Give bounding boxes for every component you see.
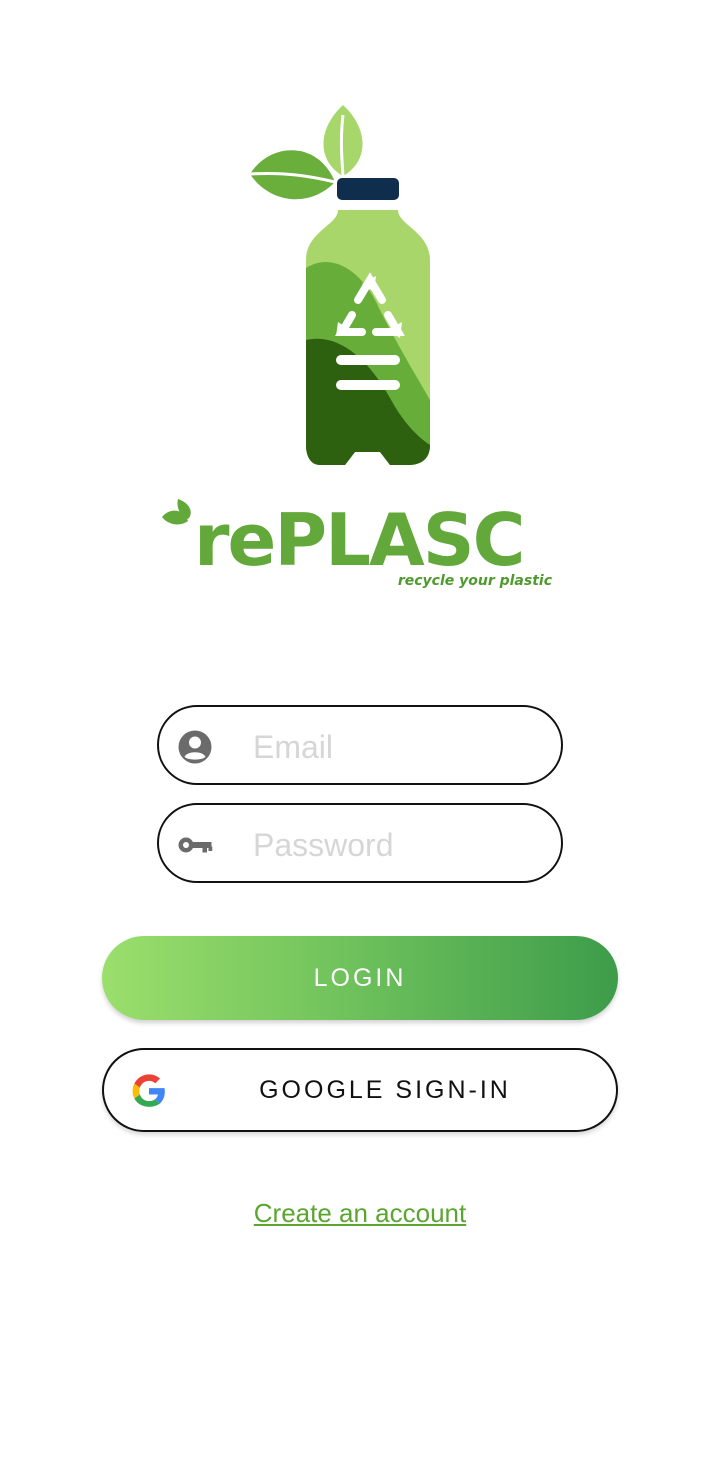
google-sign-in-button[interactable]: GOOGLE SIGN-IN (102, 1048, 618, 1132)
create-account-link[interactable]: Create an account (0, 1198, 720, 1229)
password-input[interactable] (251, 819, 545, 871)
email-field[interactable] (157, 705, 563, 785)
google-sign-in-label: GOOGLE SIGN-IN (259, 1075, 511, 1104)
logo-bottle-icon (249, 105, 430, 465)
email-input[interactable] (251, 721, 545, 773)
password-field[interactable] (157, 803, 563, 883)
brand-logo: rePLASC recycle your plastic (160, 495, 560, 595)
brand-name: rePLASC (194, 498, 525, 582)
login-button[interactable]: LOGIN (102, 936, 618, 1020)
login-button-label: LOGIN (313, 963, 407, 992)
bottle-cap-icon (337, 178, 399, 200)
google-g-icon (132, 1074, 165, 1107)
brand-tagline: recycle your plastic (397, 573, 552, 589)
account-circle-icon (178, 730, 212, 764)
key-icon (178, 837, 213, 853)
